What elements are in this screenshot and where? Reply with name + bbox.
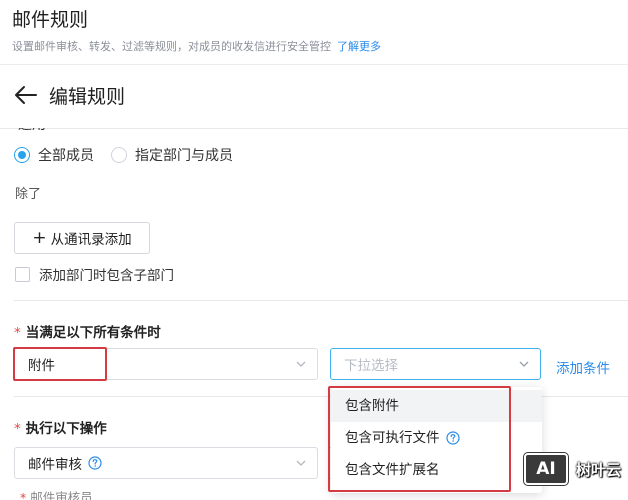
chevron-down-icon (519, 361, 529, 367)
actions-title-text: 执行以下操作 (25, 421, 107, 437)
section-divider (14, 300, 628, 301)
header-divider (0, 128, 628, 129)
help-icon[interactable] (445, 431, 460, 445)
radio-dot-unchecked (111, 147, 127, 163)
condition-operator-dropdown-menu: 包含附件 包含可执行文件 包含文件扩展名 (331, 387, 542, 493)
condition-operator-placeholder: 下拉选择 (344, 358, 398, 374)
back-arrow-icon[interactable] (14, 84, 38, 106)
edit-header: 编辑规则 (0, 64, 628, 128)
menu-item-label: 包含文件扩展名 (345, 462, 440, 478)
add-from-contacts-button[interactable]: + 从通讯录添加 (14, 222, 150, 254)
include-sub-departments-label: 添加部门时包含子部门 (39, 268, 174, 284)
radio-all-members[interactable]: 全部成员 (14, 145, 94, 165)
include-sub-departments-row: 添加部门时包含子部门 (15, 264, 174, 284)
condition-field-select[interactable]: 附件 (14, 348, 318, 380)
menu-item-contains-attachment[interactable]: 包含附件 (331, 390, 542, 422)
required-mark: * (14, 421, 21, 437)
conditions-section-title: * 当满足以下所有条件时 (14, 321, 161, 341)
edit-rule-title: 编辑规则 (49, 86, 126, 108)
plus-icon: + (32, 227, 47, 248)
menu-item-contains-extension[interactable]: 包含文件扩展名 (331, 454, 542, 486)
menu-item-label: 包含可执行文件 (345, 430, 440, 446)
radio-specified-departments-label: 指定部门与成员 (135, 148, 233, 164)
add-from-contacts-label: 从通讯录添加 (50, 232, 132, 248)
page-title: 邮件规则 (12, 9, 89, 31)
radio-all-members-label: 全部成员 (38, 148, 94, 164)
page-description: 设置邮件审核、转发、过滤等规则，对成员的收发信进行安全管控 了解更多 (12, 38, 381, 54)
auditor-label: * 邮件审核员 (20, 487, 93, 500)
actions-section-title: * 执行以下操作 (14, 417, 107, 437)
condition-field-value: 附件 (28, 358, 55, 374)
watermark-logo: AI (524, 453, 568, 485)
page-description-text: 设置邮件审核、转发、过滤等规则，对成员的收发信进行安全管控 (12, 40, 331, 53)
required-mark: * (14, 325, 21, 341)
chevron-down-icon (296, 460, 306, 466)
auditor-label-text: 邮件审核员 (30, 490, 93, 500)
watermark-text: 树叶云 (576, 460, 622, 479)
action-type-select[interactable]: 邮件审核 (14, 447, 318, 479)
radio-dot-checked (14, 147, 30, 163)
add-condition-link[interactable]: 添加条件 (556, 357, 610, 377)
learn-more-link[interactable]: 了解更多 (337, 40, 381, 53)
action-type-value: 邮件审核 (28, 457, 82, 473)
watermark: AI 树叶云 (524, 453, 621, 485)
include-sub-departments-checkbox[interactable] (15, 266, 30, 282)
chevron-down-icon (296, 361, 306, 367)
menu-item-contains-executable[interactable]: 包含可执行文件 (331, 422, 542, 454)
menu-item-label: 包含附件 (345, 398, 399, 414)
except-label: 除了 (15, 187, 42, 202)
help-icon[interactable] (88, 456, 102, 470)
radio-specified-departments[interactable]: 指定部门与成员 (111, 145, 233, 165)
condition-operator-select[interactable]: 下拉选择 (330, 348, 541, 380)
conditions-title-text: 当满足以下所有条件时 (25, 325, 161, 341)
required-mark: * (20, 490, 27, 500)
